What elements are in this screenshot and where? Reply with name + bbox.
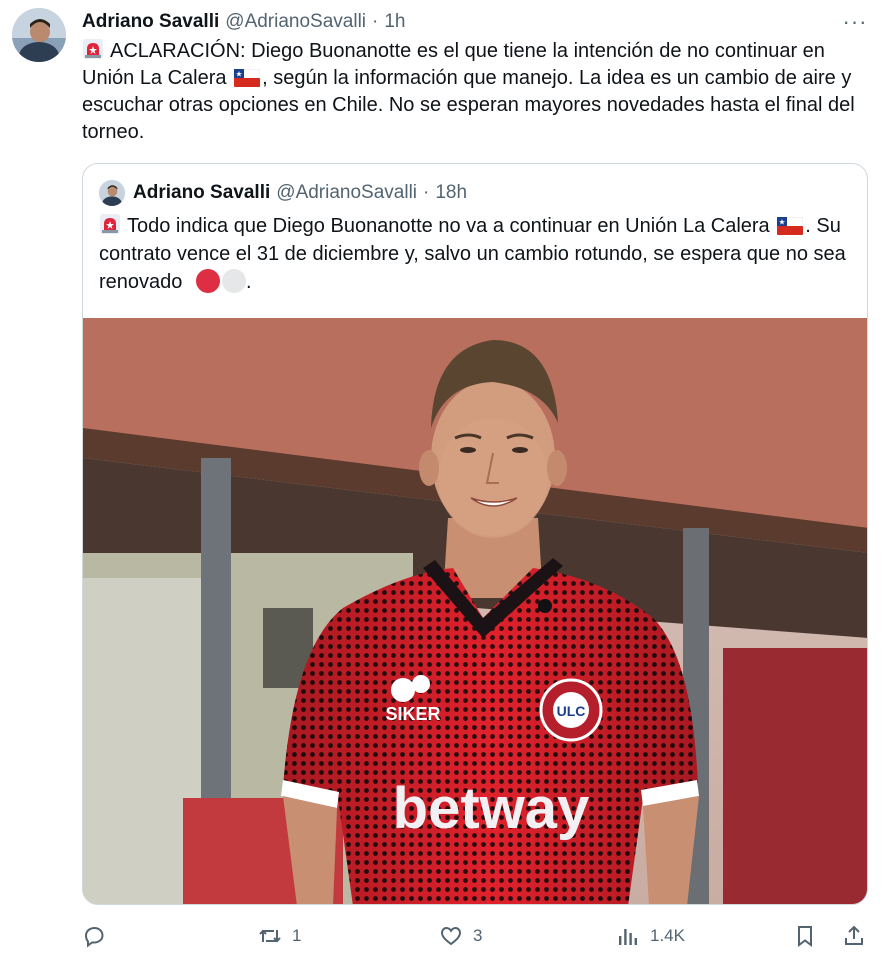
reply-button[interactable] <box>82 918 116 954</box>
heart-icon <box>440 926 462 946</box>
reply-icon <box>84 926 104 948</box>
quoted-author-handle: @AdrianoSavalli <box>276 182 418 203</box>
share-button[interactable] <box>842 918 866 954</box>
tweet-text: ACLARACIÓN: Diego Buonanotte es el que t… <box>82 38 872 146</box>
more-options-icon[interactable]: ··· <box>842 9 868 34</box>
separator-dot: · <box>372 11 379 32</box>
quoted-author-name: Adriano Savalli <box>133 182 271 203</box>
bookmark-icon <box>798 926 812 947</box>
views-icon <box>619 929 637 945</box>
bookmark-button[interactable] <box>793 918 817 954</box>
quoted-photo[interactable]: ULC SIKER betway <box>83 318 867 904</box>
chile-flag-icon <box>777 217 804 235</box>
retweet-count: 1 <box>292 926 302 945</box>
police-siren-icon <box>83 39 103 59</box>
quoted-author-avatar <box>99 180 125 206</box>
retweet-button[interactable]: 1 <box>258 918 301 954</box>
like-button[interactable]: 3 <box>439 918 482 954</box>
quoted-text-part1: Todo indica que Diego Buonanotte no va a… <box>127 215 770 237</box>
author-handle[interactable]: @AdrianoSavalli <box>225 11 366 33</box>
jersey-sponsor: betway <box>393 776 590 841</box>
police-siren-icon <box>100 214 120 234</box>
jersey-brand: SIKER <box>385 704 440 724</box>
author-name[interactable]: Adriano Savalli <box>82 11 219 33</box>
author-avatar[interactable] <box>12 8 66 62</box>
separator-dot: · <box>423 182 430 203</box>
like-count: 3 <box>473 926 483 945</box>
views-count: 1.4K <box>650 926 685 945</box>
crest-text: ULC <box>557 703 586 719</box>
quoted-timestamp: 18h <box>435 182 468 203</box>
chile-flag-icon <box>234 69 261 87</box>
quoted-tweet[interactable]: Adriano Savalli @AdrianoSavalli · 18h To… <box>82 163 868 905</box>
tweet-header: Adriano Savalli @AdrianoSavalli · 1h <box>82 10 406 34</box>
views-button[interactable]: 1.4K <box>616 918 685 954</box>
red-circle-icon <box>195 269 220 293</box>
quoted-tweet-text: Todo indica que Diego Buonanotte no va a… <box>99 212 849 296</box>
tweet-actions: 1 3 1.4K <box>82 918 872 954</box>
retweet-icon <box>259 929 281 943</box>
white-circle-icon <box>221 269 246 293</box>
share-icon <box>845 925 863 945</box>
tweet-timestamp[interactable]: 1h <box>384 11 405 33</box>
quoted-text-part3: . <box>245 271 252 293</box>
quoted-tweet-header: Adriano Savalli @AdrianoSavalli · 18h <box>99 180 467 206</box>
